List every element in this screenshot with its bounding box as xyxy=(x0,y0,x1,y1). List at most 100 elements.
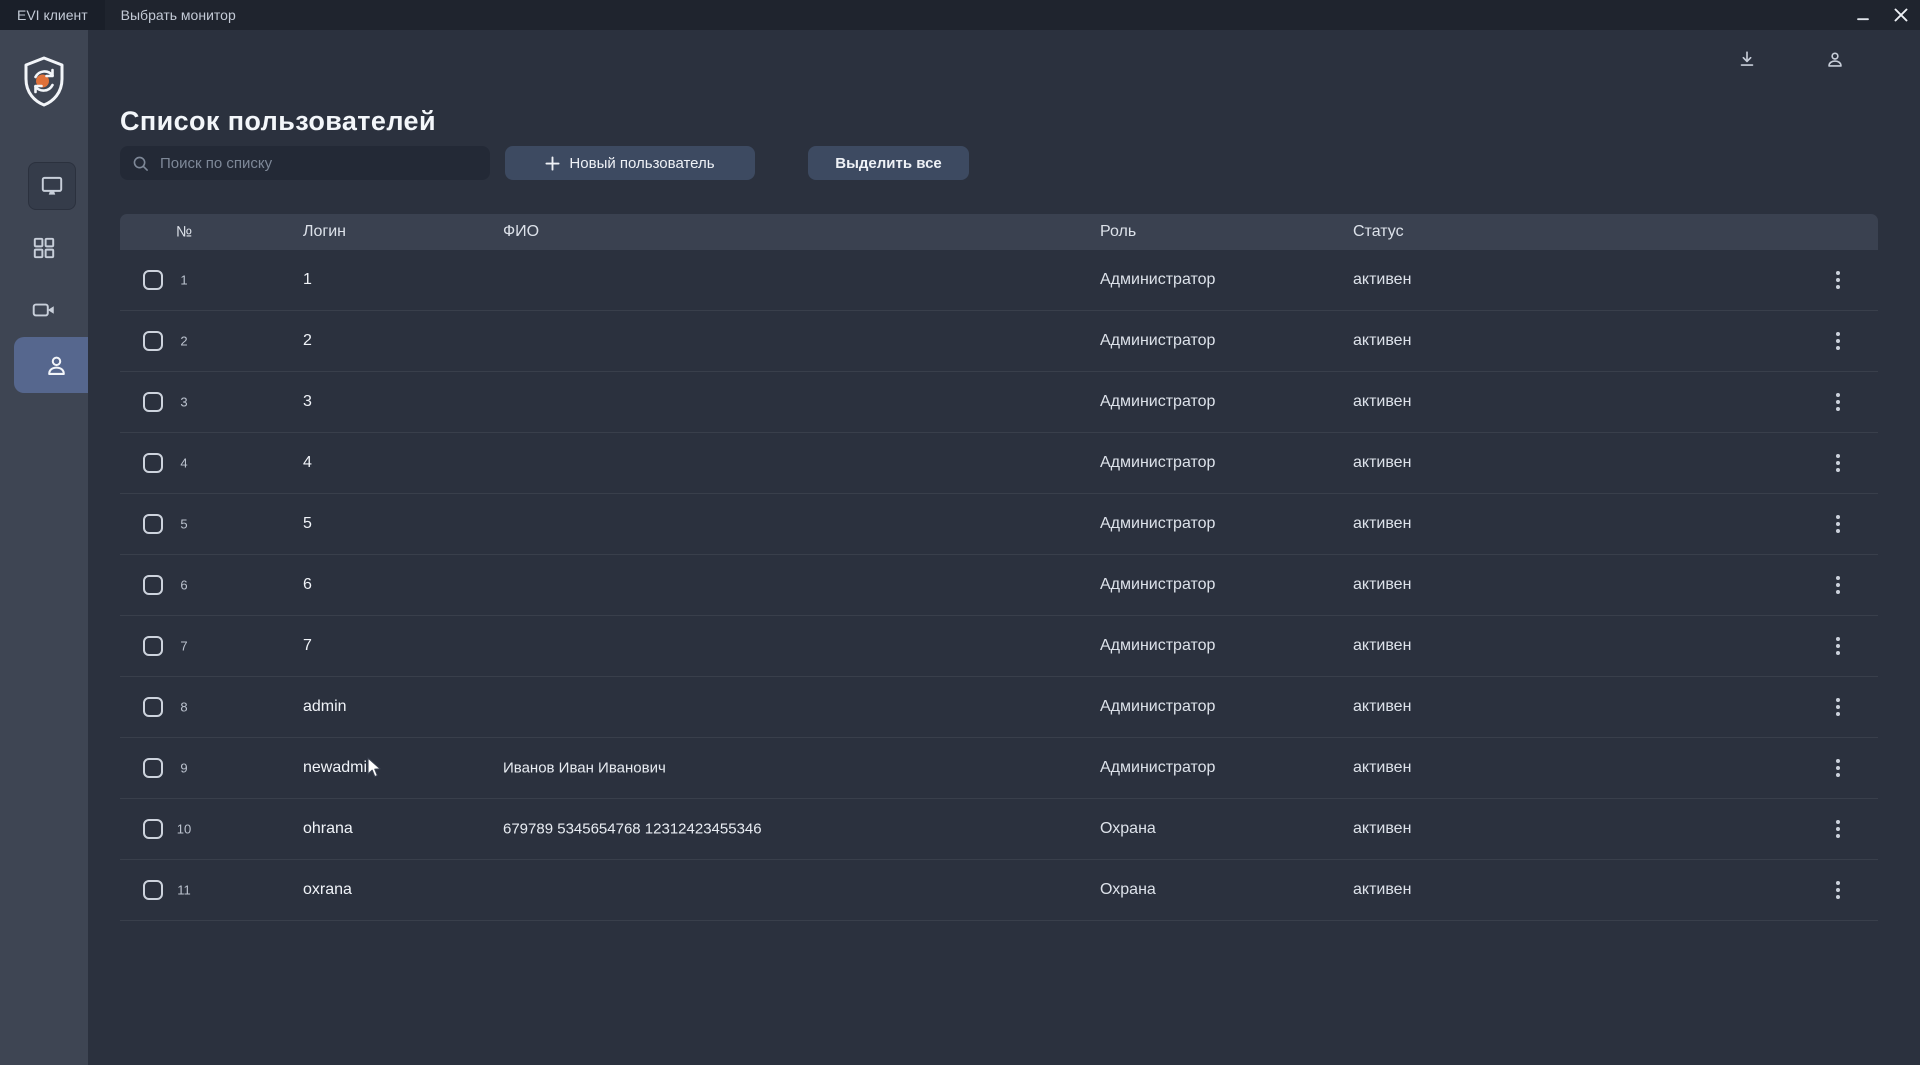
row-status: активен xyxy=(1353,393,1412,410)
kebab-dot xyxy=(1836,644,1840,648)
row-checkbox[interactable] xyxy=(143,758,163,778)
row-login: 6 xyxy=(303,576,312,593)
row-checkbox[interactable] xyxy=(143,270,163,290)
row-role: Администратор xyxy=(1100,515,1216,532)
menu-app[interactable]: EVI клиент xyxy=(0,0,105,30)
user-profile-icon xyxy=(1828,52,1842,67)
row-login: oxrana xyxy=(303,881,352,898)
table-row: 9 newadmin Иванов Иван Иванович Админист… xyxy=(120,738,1878,799)
row-number: 6 xyxy=(180,577,188,593)
row-menu-button[interactable] xyxy=(1826,386,1850,418)
row-checkbox[interactable] xyxy=(143,392,163,412)
row-menu-button[interactable] xyxy=(1826,325,1850,357)
row-role: Охрана xyxy=(1100,820,1156,837)
app-window: EVI клиент Выбрать монитор Список пользо… xyxy=(0,0,1920,1065)
download-icon xyxy=(1740,51,1754,66)
page-title: Список пользователей xyxy=(120,106,436,136)
row-role: Администратор xyxy=(1100,576,1216,593)
row-login: newadmin xyxy=(303,759,376,776)
kebab-dot xyxy=(1836,651,1840,655)
row-checkbox[interactable] xyxy=(143,453,163,473)
menu-select-monitor[interactable]: Выбрать монитор xyxy=(105,0,252,30)
row-menu-button[interactable] xyxy=(1826,813,1850,845)
kebab-dot xyxy=(1836,773,1840,777)
row-menu-button[interactable] xyxy=(1826,447,1850,479)
row-status: активен xyxy=(1353,759,1412,776)
row-checkbox[interactable] xyxy=(143,697,163,717)
sidebar-item-cameras[interactable] xyxy=(22,288,66,332)
profile-button[interactable] xyxy=(1823,48,1847,72)
table-row: 10 ohrana 679789 5345654768 123124234553… xyxy=(120,799,1878,860)
kebab-dot xyxy=(1836,766,1840,770)
row-login: 1 xyxy=(303,271,312,288)
row-checkbox[interactable] xyxy=(143,636,163,656)
kebab-dot xyxy=(1836,895,1840,899)
row-number: 4 xyxy=(180,455,188,471)
kebab-dot xyxy=(1836,393,1840,397)
row-checkbox-wrap xyxy=(143,270,163,290)
row-menu-button[interactable] xyxy=(1826,630,1850,662)
kebab-dot xyxy=(1836,529,1840,533)
table-row: 1 1 Администратор активен xyxy=(120,250,1878,311)
select-all-button[interactable]: Выделить все xyxy=(808,146,969,180)
row-menu-button[interactable] xyxy=(1826,874,1850,906)
minimize-button[interactable] xyxy=(1844,0,1882,30)
sidebar-item-monitors[interactable] xyxy=(28,162,76,210)
row-checkbox[interactable] xyxy=(143,575,163,595)
row-login: 4 xyxy=(303,454,312,471)
kebab-dot xyxy=(1836,881,1840,885)
row-role: Администратор xyxy=(1100,637,1216,654)
kebab-dot xyxy=(1836,759,1840,763)
row-number: 10 xyxy=(176,821,192,837)
table-row: 8 admin Администратор активен xyxy=(120,677,1878,738)
row-status: активен xyxy=(1353,515,1412,532)
row-checkbox[interactable] xyxy=(143,880,163,900)
kebab-dot xyxy=(1836,522,1840,526)
sidebar-item-dashboard[interactable] xyxy=(22,226,66,270)
row-menu-button[interactable] xyxy=(1826,691,1850,723)
row-checkbox-wrap xyxy=(143,575,163,595)
row-checkbox[interactable] xyxy=(143,514,163,534)
row-checkbox[interactable] xyxy=(143,819,163,839)
row-menu-button[interactable] xyxy=(1826,508,1850,540)
row-role: Администратор xyxy=(1100,332,1216,349)
kebab-dot xyxy=(1836,705,1840,709)
titlebar: EVI клиент Выбрать монитор xyxy=(0,0,1920,30)
row-number: 5 xyxy=(180,516,188,532)
row-number: 9 xyxy=(180,760,188,776)
column-header-status: Статус xyxy=(1353,223,1404,240)
new-user-button[interactable]: Новый пользователь xyxy=(505,146,755,180)
row-number: 3 xyxy=(180,394,188,410)
row-checkbox-wrap xyxy=(143,392,163,412)
row-menu-button[interactable] xyxy=(1826,569,1850,601)
row-menu-button[interactable] xyxy=(1826,752,1850,784)
row-checkbox-wrap xyxy=(143,453,163,473)
row-role: Администратор xyxy=(1100,393,1216,410)
kebab-dot xyxy=(1836,400,1840,404)
row-status: активен xyxy=(1353,576,1412,593)
export-button[interactable] xyxy=(1735,48,1759,72)
users-table: № Логин ФИО Роль Статус 1 1 Администрато… xyxy=(120,214,1878,921)
column-header-role: Роль xyxy=(1100,223,1137,240)
table-row: 4 4 Администратор активен xyxy=(120,433,1878,494)
table-row: 3 3 Администратор активен xyxy=(120,372,1878,433)
row-login: ohrana xyxy=(303,820,353,837)
row-status: активен xyxy=(1353,881,1412,898)
kebab-dot xyxy=(1836,271,1840,275)
row-fio: 679789 5345654768 12312423455346 xyxy=(503,820,762,838)
sidebar-item-users[interactable] xyxy=(14,337,88,393)
row-menu-button[interactable] xyxy=(1826,264,1850,296)
row-checkbox[interactable] xyxy=(143,331,163,351)
row-checkbox-wrap xyxy=(143,758,163,778)
search-input[interactable] xyxy=(158,153,478,173)
sidebar xyxy=(0,30,88,1065)
row-status: активен xyxy=(1353,637,1412,654)
kebab-dot xyxy=(1836,339,1840,343)
dashboard-grid-icon xyxy=(33,237,55,259)
kebab-dot xyxy=(1836,583,1840,587)
kebab-dot xyxy=(1836,332,1840,336)
close-button[interactable] xyxy=(1882,0,1920,30)
row-login: 7 xyxy=(303,637,312,654)
row-number: 11 xyxy=(177,882,191,898)
row-checkbox-wrap xyxy=(143,880,163,900)
